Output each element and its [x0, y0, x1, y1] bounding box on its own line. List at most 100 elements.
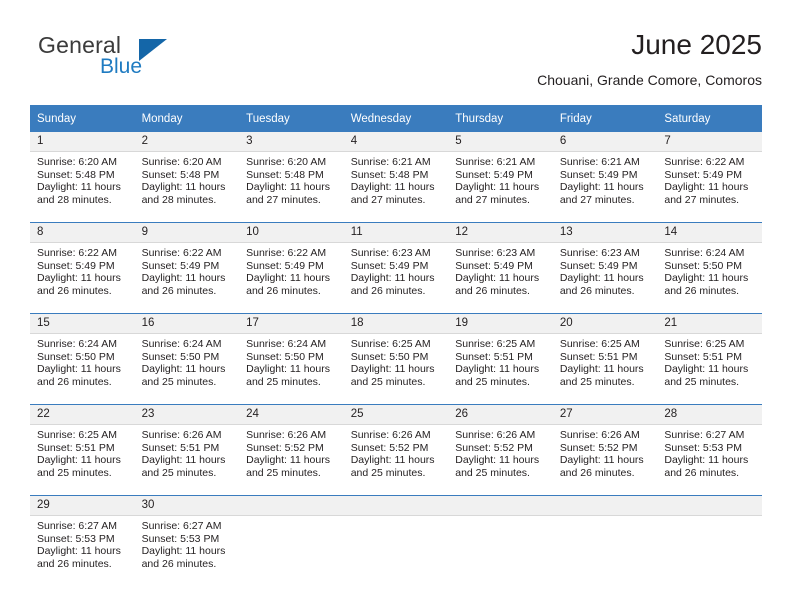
week-row: 22 Sunrise: 6:25 AM Sunset: 5:51 PM Dayl… — [30, 404, 762, 496]
sunset-text: Sunset: 5:51 PM — [559, 350, 638, 363]
sunset-text: Sunset: 5:49 PM — [455, 259, 533, 272]
day-number: 12 — [448, 223, 553, 243]
sunrise-text: Sunrise: 6:24 AM — [664, 247, 745, 259]
sunrise-text: Sunrise: 6:25 AM — [664, 338, 745, 350]
daylight-text-line2: and 26 minutes. — [664, 284, 740, 297]
sunset-text: Sunset: 5:48 PM — [350, 168, 429, 181]
sunset-text: Sunset: 5:52 PM — [559, 441, 638, 454]
day-cell[interactable]: 25 Sunrise: 6:26 AM Sunset: 5:52 PM Dayl… — [343, 404, 449, 496]
day-cell-empty — [239, 495, 344, 586]
sunrise-text: Sunrise: 6:25 AM — [559, 338, 640, 350]
daylight-text-line1: Daylight: 11 hours — [246, 454, 330, 467]
sunrise-text: Sunrise: 6:22 AM — [141, 247, 222, 259]
day-cell[interactable]: 3 Sunrise: 6:20 AM Sunset: 5:48 PM Dayli… — [239, 132, 344, 223]
day-number: 18 — [343, 314, 449, 334]
daylight-text-line1: Daylight: 11 hours — [455, 454, 540, 467]
day-cell[interactable]: 26 Sunrise: 6:26 AM Sunset: 5:52 PM Dayl… — [448, 404, 553, 496]
day-cell[interactable]: 1 Sunrise: 6:20 AM Sunset: 5:48 PM Dayli… — [30, 132, 135, 223]
weekday-header-friday: Friday — [552, 105, 658, 132]
day-cell[interactable]: 17 Sunrise: 6:24 AM Sunset: 5:50 PM Dayl… — [239, 313, 344, 405]
day-cell[interactable]: 19 Sunrise: 6:25 AM Sunset: 5:51 PM Dayl… — [448, 313, 553, 405]
day-number: 26 — [448, 405, 553, 425]
day-cell[interactable]: 16 Sunrise: 6:24 AM Sunset: 5:50 PM Dayl… — [134, 313, 240, 405]
day-cell[interactable]: 30 Sunrise: 6:27 AM Sunset: 5:53 PM Dayl… — [134, 495, 240, 586]
daylight-text-line2: and 25 minutes. — [37, 466, 112, 479]
day-cell[interactable]: 9 Sunrise: 6:22 AM Sunset: 5:49 PM Dayli… — [134, 222, 240, 314]
day-cell[interactable]: 21 Sunrise: 6:25 AM Sunset: 5:51 PM Dayl… — [657, 313, 762, 405]
day-cell[interactable]: 5 Sunrise: 6:21 AM Sunset: 5:49 PM Dayli… — [448, 132, 553, 223]
day-details: Sunrise: 6:26 AM Sunset: 5:52 PM Dayligh… — [344, 425, 449, 479]
day-cell[interactable]: 15 Sunrise: 6:24 AM Sunset: 5:50 PM Dayl… — [30, 313, 135, 405]
sunset-text: Sunset: 5:49 PM — [559, 168, 638, 181]
day-details: Sunrise: 6:22 AM Sunset: 5:49 PM Dayligh… — [30, 243, 135, 297]
day-cell[interactable]: 27 Sunrise: 6:26 AM Sunset: 5:52 PM Dayl… — [552, 404, 658, 496]
daylight-text-line1: Daylight: 11 hours — [37, 181, 121, 194]
daylight-text-line2: and 25 minutes. — [246, 466, 321, 479]
daylight-text-line2: and 26 minutes. — [664, 466, 740, 479]
day-cell[interactable]: 2 Sunrise: 6:20 AM Sunset: 5:48 PM Dayli… — [134, 132, 240, 223]
daylight-text-line2: and 26 minutes. — [559, 466, 635, 479]
day-cell[interactable]: 11 Sunrise: 6:23 AM Sunset: 5:49 PM Dayl… — [343, 222, 449, 314]
sunrise-text: Sunrise: 6:20 AM — [37, 156, 117, 168]
day-cell[interactable]: 29 Sunrise: 6:27 AM Sunset: 5:53 PM Dayl… — [30, 495, 135, 586]
day-cell[interactable]: 12 Sunrise: 6:23 AM Sunset: 5:49 PM Dayl… — [448, 222, 553, 314]
day-number — [239, 496, 344, 516]
day-cell[interactable]: 28 Sunrise: 6:27 AM Sunset: 5:53 PM Dayl… — [657, 404, 762, 496]
sunset-text: Sunset: 5:53 PM — [37, 532, 115, 545]
day-number: 4 — [343, 132, 449, 152]
daylight-text-line2: and 26 minutes. — [350, 284, 426, 297]
sunset-text: Sunset: 5:49 PM — [141, 259, 220, 272]
day-details: Sunrise: 6:22 AM Sunset: 5:49 PM Dayligh… — [239, 243, 344, 297]
day-details: Sunrise: 6:27 AM Sunset: 5:53 PM Dayligh… — [135, 516, 240, 570]
day-cell[interactable]: 8 Sunrise: 6:22 AM Sunset: 5:49 PM Dayli… — [30, 222, 135, 314]
day-cell[interactable]: 24 Sunrise: 6:26 AM Sunset: 5:52 PM Dayl… — [239, 404, 344, 496]
day-cell[interactable]: 13 Sunrise: 6:23 AM Sunset: 5:49 PM Dayl… — [552, 222, 658, 314]
day-cell[interactable]: 10 Sunrise: 6:22 AM Sunset: 5:49 PM Dayl… — [239, 222, 344, 314]
day-cell[interactable]: 4 Sunrise: 6:21 AM Sunset: 5:48 PM Dayli… — [343, 132, 449, 223]
day-cell[interactable]: 20 Sunrise: 6:25 AM Sunset: 5:51 PM Dayl… — [552, 313, 658, 405]
sunrise-text: Sunrise: 6:26 AM — [141, 429, 222, 441]
day-cell[interactable]: 22 Sunrise: 6:25 AM Sunset: 5:51 PM Dayl… — [30, 404, 135, 496]
daylight-text-line1: Daylight: 11 hours — [350, 454, 435, 467]
day-cell[interactable]: 14 Sunrise: 6:24 AM Sunset: 5:50 PM Dayl… — [657, 222, 762, 314]
day-number: 17 — [239, 314, 344, 334]
day-details: Sunrise: 6:24 AM Sunset: 5:50 PM Dayligh… — [239, 334, 344, 388]
day-number: 21 — [657, 314, 762, 334]
day-details: Sunrise: 6:26 AM Sunset: 5:51 PM Dayligh… — [135, 425, 240, 479]
day-cell[interactable]: 18 Sunrise: 6:25 AM Sunset: 5:50 PM Dayl… — [343, 313, 449, 405]
general-blue-logo[interactable]: General Blue — [38, 32, 218, 88]
sunrise-text: Sunrise: 6:22 AM — [664, 156, 745, 168]
daylight-text-line2: and 26 minutes. — [37, 557, 112, 570]
day-cell[interactable]: 7 Sunrise: 6:22 AM Sunset: 5:49 PM Dayli… — [657, 132, 762, 223]
sunrise-text: Sunrise: 6:20 AM — [141, 156, 222, 168]
day-number: 19 — [448, 314, 553, 334]
daylight-text-line2: and 26 minutes. — [37, 375, 112, 388]
day-number — [657, 496, 762, 516]
calendar-body: 1 Sunrise: 6:20 AM Sunset: 5:48 PM Dayli… — [30, 132, 762, 586]
daylight-text-line2: and 27 minutes. — [559, 193, 635, 206]
day-cell[interactable]: 6 Sunrise: 6:21 AM Sunset: 5:49 PM Dayli… — [552, 132, 658, 223]
daylight-text-line1: Daylight: 11 hours — [664, 181, 749, 194]
sunrise-text: Sunrise: 6:24 AM — [141, 338, 222, 350]
sunrise-text: Sunrise: 6:21 AM — [559, 156, 640, 168]
day-details: Sunrise: 6:25 AM Sunset: 5:50 PM Dayligh… — [344, 334, 449, 388]
sunrise-text: Sunrise: 6:20 AM — [246, 156, 327, 168]
title-block: June 2025 Chouani, Grande Comore, Comoro… — [537, 28, 762, 90]
day-cell[interactable]: 23 Sunrise: 6:26 AM Sunset: 5:51 PM Dayl… — [134, 404, 240, 496]
sunrise-text: Sunrise: 6:27 AM — [141, 520, 222, 532]
sunset-text: Sunset: 5:51 PM — [37, 441, 115, 454]
daylight-text-line2: and 26 minutes. — [246, 284, 321, 297]
daylight-text-line1: Daylight: 11 hours — [664, 363, 749, 376]
daylight-text-line1: Daylight: 11 hours — [664, 272, 749, 285]
sunset-text: Sunset: 5:48 PM — [37, 168, 115, 181]
day-number — [552, 496, 658, 516]
daylight-text-line1: Daylight: 11 hours — [559, 454, 644, 467]
day-details: Sunrise: 6:25 AM Sunset: 5:51 PM Dayligh… — [30, 425, 135, 479]
day-details: Sunrise: 6:20 AM Sunset: 5:48 PM Dayligh… — [135, 152, 240, 206]
sunset-text: Sunset: 5:49 PM — [664, 168, 743, 181]
sunrise-text: Sunrise: 6:24 AM — [246, 338, 327, 350]
sunset-text: Sunset: 5:51 PM — [664, 350, 743, 363]
day-details: Sunrise: 6:20 AM Sunset: 5:48 PM Dayligh… — [239, 152, 344, 206]
week-row: 1 Sunrise: 6:20 AM Sunset: 5:48 PM Dayli… — [30, 132, 762, 223]
sunrise-text: Sunrise: 6:21 AM — [350, 156, 431, 168]
